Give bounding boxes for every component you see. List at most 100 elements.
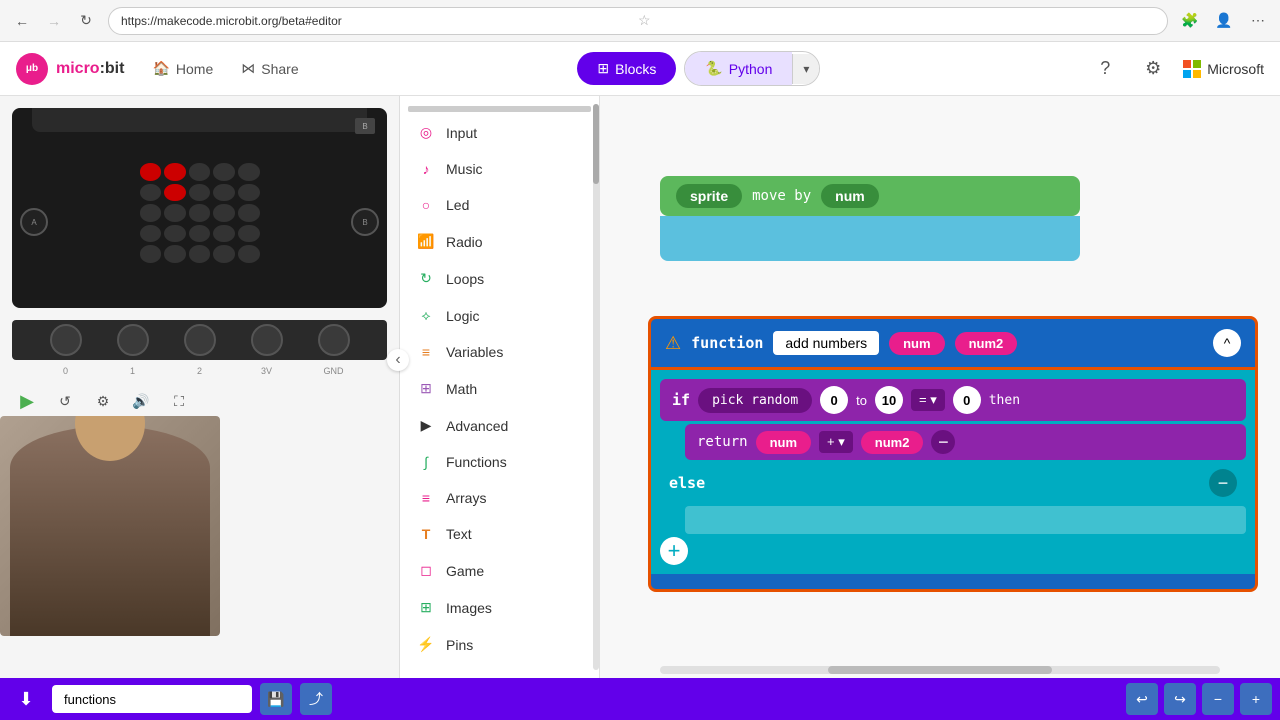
microbit-button-a[interactable]: A — [20, 208, 48, 236]
return-block[interactable]: return num + ▾ num2 − — [685, 424, 1246, 460]
pick-random-to-value[interactable]: 10 — [875, 386, 903, 414]
microbit-button-b[interactable]: B — [351, 208, 379, 236]
if-label: if — [672, 391, 690, 409]
add-branch-button[interactable]: + — [660, 537, 688, 565]
bottom-bar: ⬇ 💾 ⤴ ↩ ↪ − + — [0, 678, 1280, 720]
person-image — [0, 416, 220, 636]
equals-dropdown[interactable]: = ▾ — [911, 389, 945, 411]
sidebar-item-loops[interactable]: ↻ Loops — [400, 260, 599, 297]
sidebar-item-pins[interactable]: ⚡ Pins — [400, 626, 599, 663]
redo-button[interactable]: ↪ — [1164, 683, 1196, 715]
browser-nav-buttons: ← → ↻ — [8, 7, 100, 35]
sidebar-item-images[interactable]: ⊞ Images — [400, 589, 599, 626]
radio-icon: 📶 — [416, 233, 436, 250]
led-4-4 — [238, 245, 260, 263]
sidebar-collapse-arrow[interactable]: ‹ — [387, 349, 409, 371]
led-1-1 — [164, 184, 186, 202]
to-label: to — [856, 393, 867, 408]
microbit-usb-connector: B — [355, 118, 375, 134]
sound-button[interactable]: 🔊 — [126, 386, 156, 416]
return-param2: num2 — [861, 431, 924, 454]
sidebar-item-led[interactable]: ○ Led — [400, 187, 599, 223]
sidebar-item-text[interactable]: T Text — [400, 516, 599, 552]
play-button[interactable]: ▶ — [12, 386, 42, 416]
menu-icon[interactable]: ⋯ — [1244, 7, 1272, 35]
sidebar-item-radio[interactable]: 📶 Radio — [400, 223, 599, 260]
microbit-pin-circles — [12, 320, 387, 360]
debug-button[interactable]: ⚙ — [88, 386, 118, 416]
undo-button[interactable]: ↩ — [1126, 683, 1158, 715]
sidebar-item-arrays[interactable]: ≡ Arrays — [400, 480, 599, 516]
pin-2-circle — [184, 324, 216, 356]
variables-label: Variables — [446, 344, 503, 360]
compare-value[interactable]: 0 — [953, 386, 981, 414]
search-input[interactable] — [52, 685, 252, 713]
logic-label: Logic — [446, 308, 479, 324]
if-block[interactable]: if pick random 0 to 10 = ▾ 0 then — [660, 379, 1246, 421]
sidebar-item-music[interactable]: ♪ Music — [400, 151, 599, 187]
upload-button[interactable]: ⤴ — [300, 683, 332, 715]
function-block[interactable]: ⚠ function add numbers num num2 ^ if pic… — [648, 316, 1258, 592]
settings-button[interactable]: ⚙ — [1135, 51, 1171, 87]
bottom-right-buttons: ↩ ↪ − + — [1126, 683, 1272, 715]
microsoft-logo: Microsoft — [1183, 60, 1264, 78]
sidebar-scroll-up[interactable] — [408, 106, 591, 112]
address-bar[interactable]: https://makecode.microbit.org/beta#edito… — [108, 7, 1168, 35]
profile-icon[interactable]: 👤 — [1210, 7, 1238, 35]
microbit-simulator: B A B — [12, 108, 387, 308]
sidebar-scrollbar[interactable] — [593, 104, 599, 670]
header-right: ? ⚙ Microsoft — [1087, 51, 1264, 87]
person-body-silhouette — [10, 426, 210, 636]
zoom-out-button[interactable]: − — [1202, 683, 1234, 715]
input-label: Input — [446, 125, 477, 141]
pin-label-gnd: GND — [318, 366, 350, 376]
zoom-in-button[interactable]: + — [1240, 683, 1272, 715]
param2-pill: num2 — [955, 332, 1018, 355]
blocks-tab[interactable]: ⊞ Blocks — [577, 52, 676, 85]
sidebar-item-functions[interactable]: ∫ Functions — [400, 444, 599, 480]
led-3-3 — [213, 225, 235, 243]
loops-label: Loops — [446, 271, 484, 287]
pin-gnd-circle — [318, 324, 350, 356]
sidebar-item-logic[interactable]: ⟡ Logic — [400, 297, 599, 334]
add-branch-row: + — [660, 537, 1246, 565]
sidebar-item-input[interactable]: ◎ Input — [400, 114, 599, 151]
refresh-button[interactable]: ↻ — [72, 7, 100, 35]
remove-return-button[interactable]: − — [931, 430, 955, 454]
home-button[interactable]: 🏠 Home — [140, 54, 225, 83]
download-button[interactable]: ⬇ — [8, 681, 44, 717]
led-2-3 — [213, 204, 235, 222]
expand-button[interactable]: ^ — [1213, 329, 1241, 357]
plus-operator[interactable]: + ▾ — [819, 431, 853, 453]
else-label: else — [669, 474, 705, 492]
images-label: Images — [446, 600, 492, 616]
sidebar-item-game[interactable]: ◻ Game — [400, 552, 599, 589]
functions-icon: ∫ — [416, 454, 436, 470]
music-label: Music — [446, 161, 483, 177]
horizontal-scrollbar[interactable] — [660, 666, 1220, 674]
python-tab[interactable]: 🐍 Python — [685, 52, 792, 85]
fullscreen-button[interactable]: ⛶ — [164, 386, 194, 416]
help-button[interactable]: ? — [1087, 51, 1123, 87]
forward-button[interactable]: → — [40, 7, 68, 35]
share-button[interactable]: ⋈ Share — [229, 54, 310, 83]
sprite-move-block[interactable]: sprite move by num — [660, 176, 1080, 261]
restart-button[interactable]: ↺ — [50, 386, 80, 416]
sidebar-item-advanced[interactable]: ▶ Advanced — [400, 407, 599, 444]
pick-random-from-value[interactable]: 0 — [820, 386, 848, 414]
led-3-0 — [140, 225, 162, 243]
save-button[interactable]: 💾 — [260, 683, 292, 715]
variables-icon: ≡ — [416, 344, 436, 360]
sidebar-item-math[interactable]: ⊞ Math — [400, 370, 599, 407]
extensions-icon[interactable]: 🧩 — [1176, 7, 1204, 35]
code-area[interactable]: sprite move by num ⚠ function add number… — [600, 96, 1280, 678]
sidebar-item-variables[interactable]: ≡ Variables — [400, 334, 599, 370]
pin-label-1: 1 — [117, 366, 149, 376]
function-name-label[interactable]: add numbers — [773, 331, 879, 355]
back-button[interactable]: ← — [8, 7, 36, 35]
remove-else-button[interactable]: − — [1209, 469, 1237, 497]
python-tab-expand[interactable]: ▾ — [792, 54, 819, 84]
sprite-pill: sprite — [676, 184, 742, 208]
pick-random-pill[interactable]: pick random — [698, 388, 812, 413]
ms-squares-icon — [1183, 60, 1201, 78]
